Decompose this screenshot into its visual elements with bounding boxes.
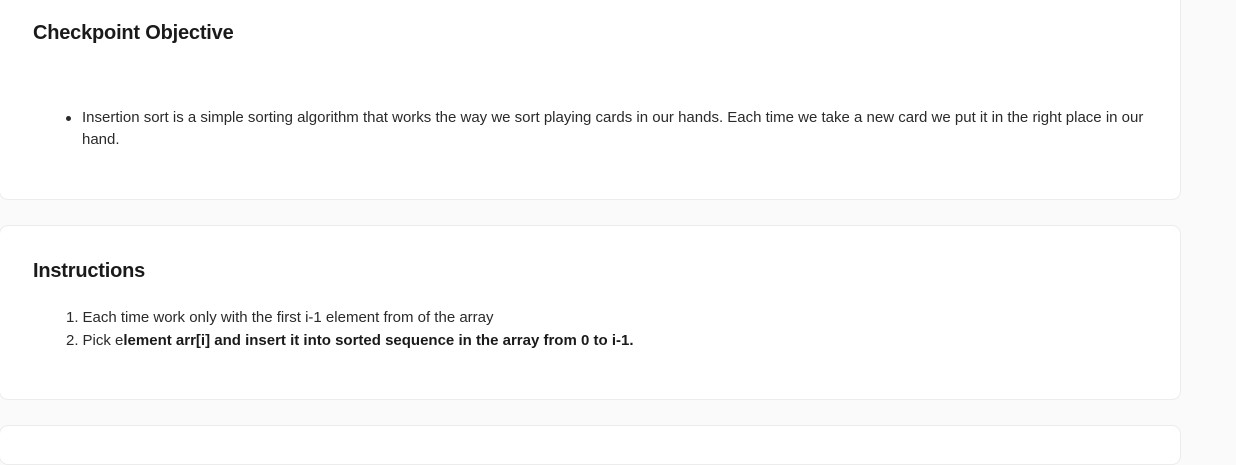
instruction-step: 1. Each time work only with the first i-1… [66, 306, 634, 329]
step-number: 1. [66, 309, 79, 326]
objective-bullet-list: Insertion sort is a simple sorting algor… [66, 107, 1157, 151]
checkpoint-objective-title: Checkpoint Objective [33, 22, 234, 44]
step-text: Pick e [82, 332, 124, 349]
instructions-card: Instructions 1. Each time work only with … [0, 225, 1181, 400]
objective-bullet-text: Insertion sort is a simple sorting algor… [82, 109, 1144, 148]
step-text-bold: lement arr[i] and insert it into sorted … [123, 332, 634, 349]
instruction-step: 2. Pick element arr[i] and insert it into… [66, 329, 634, 352]
next-card [0, 425, 1181, 465]
objective-bullet-item: Insertion sort is a simple sorting algor… [66, 107, 1157, 151]
instructions-step-list: 1. Each time work only with the first i-1… [66, 306, 634, 352]
step-text: Each time work only with the first i-1 e… [82, 309, 494, 326]
instructions-title: Instructions [33, 260, 146, 282]
bullet-dot-icon [66, 116, 71, 121]
step-number: 2. [66, 332, 79, 349]
checkpoint-objective-card: Checkpoint Objective Insertion sort is a… [0, 0, 1181, 200]
